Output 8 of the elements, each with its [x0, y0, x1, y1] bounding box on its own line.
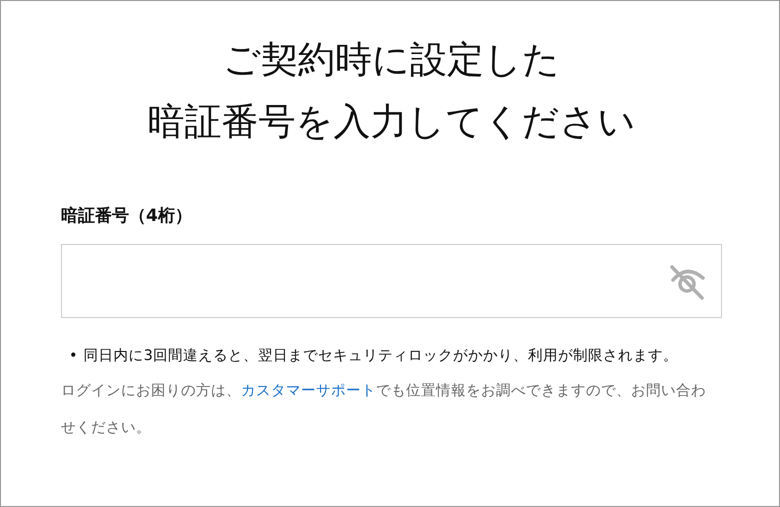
page-heading: 暗証番号を入力してください: [146, 99, 636, 145]
page-heading: ご契約時に設定した: [222, 37, 561, 83]
warning-text: 同日内に3回間違えると、翌日までセキュリティロックがかかり、利用が制限されます。: [84, 346, 678, 366]
support-link[interactable]: カスタマーサポート: [241, 383, 376, 400]
pin-input-field[interactable]: [61, 244, 722, 318]
field-label: 暗証番号（4桁）: [61, 205, 193, 228]
help-text: ログインにお困りの方は、カスタマーサポート でも位置情報をお調べできますので、お問い合わせください。: [61, 382, 707, 438]
bullet-mark: •: [69, 346, 78, 366]
